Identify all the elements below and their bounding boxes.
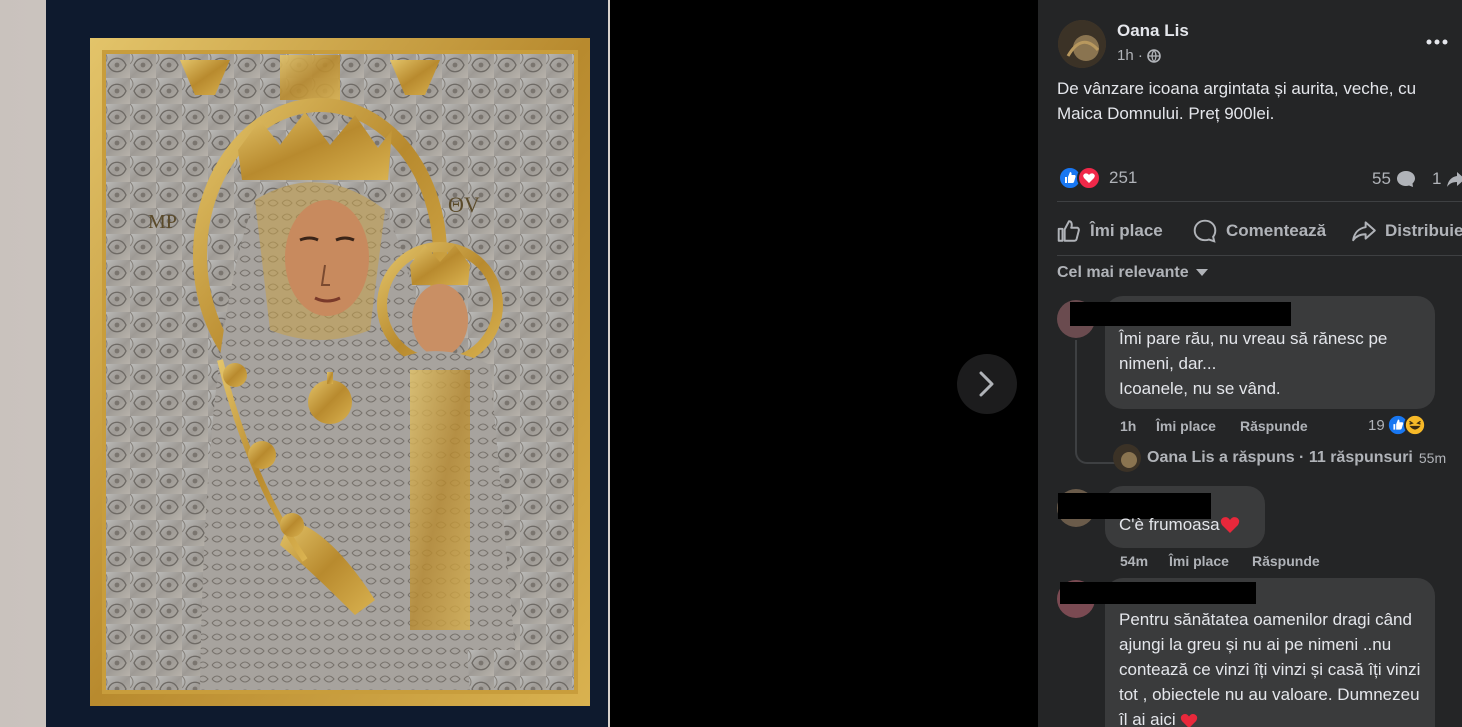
comment-sort-label: Cel mai relevante xyxy=(1057,264,1189,281)
reply-author-avatar xyxy=(1113,444,1141,472)
post-panel: Oana Lis 1h · De vânzare icoana argintat… xyxy=(1038,0,1462,727)
post-text: De vânzare icoana argintata și aurita, v… xyxy=(1057,79,1417,123)
comment-text-row: C'è frumoasa xyxy=(1119,515,1240,535)
next-photo-button[interactable] xyxy=(957,354,1017,414)
reactions-summary[interactable]: 251 xyxy=(1058,166,1137,190)
divider xyxy=(1057,201,1462,202)
divider xyxy=(1057,255,1462,256)
comments-count[interactable]: 55 xyxy=(1372,169,1416,189)
comment-reply-button[interactable]: Răspunde xyxy=(1252,553,1320,569)
share-arrow-icon xyxy=(1352,221,1376,242)
author-avatar[interactable] xyxy=(1058,20,1106,68)
heart-emoji-icon xyxy=(1181,713,1198,727)
share-icon xyxy=(1447,172,1462,187)
heart-emoji-icon xyxy=(1220,517,1239,533)
post-time-text: 1h · xyxy=(1117,47,1143,64)
comment-text: Pentru sănătatea oamenilor dragi când aj… xyxy=(1119,610,1421,727)
comment-reaction-count: 19 xyxy=(1368,416,1385,434)
comment-time[interactable]: 54m xyxy=(1120,553,1148,569)
comment-reply-button[interactable]: Răspunde xyxy=(1240,418,1308,434)
replies-link[interactable]: Oana Lis a răspuns · 11 răspunsuri 55m xyxy=(1113,444,1446,472)
comment-text: C'è frumoasa xyxy=(1119,515,1220,534)
more-options-icon xyxy=(1426,39,1448,45)
svg-text:ΘV: ΘV xyxy=(448,192,480,217)
comment-text-row: Pentru sănătatea oamenilor dragi când aj… xyxy=(1119,607,1424,727)
photo-viewer: MP ΘV xyxy=(0,0,1038,727)
more-options-button[interactable] xyxy=(1422,30,1452,54)
comment-icon xyxy=(1193,219,1217,243)
haha-reaction-icon xyxy=(1403,414,1426,436)
post-time[interactable]: 1h · xyxy=(1117,47,1161,64)
chevron-right-icon xyxy=(979,371,994,397)
thumbs-up-icon xyxy=(1057,220,1080,242)
comment-reactions[interactable]: 19 xyxy=(1368,414,1426,436)
comment-bubble-icon xyxy=(1396,171,1415,187)
comment-sort-dropdown[interactable]: Cel mai relevante xyxy=(1057,264,1208,282)
caret-down-icon xyxy=(1195,269,1208,276)
replies-time: 55m xyxy=(1418,450,1447,466)
comments-count-text: 55 xyxy=(1372,169,1391,188)
globe-icon xyxy=(1147,48,1161,63)
comment-like-button[interactable]: Îmi place xyxy=(1156,418,1216,434)
share-button-label: Distribuie xyxy=(1385,221,1462,240)
icon-photo: MP ΘV xyxy=(0,0,610,727)
love-reaction-icon xyxy=(1077,166,1101,190)
author-name[interactable]: Oana Lis xyxy=(1117,21,1189,41)
like-button[interactable]: Îmi place xyxy=(1056,218,1163,244)
like-button-label: Îmi place xyxy=(1090,221,1163,240)
comment-button[interactable]: Comentează xyxy=(1192,218,1326,244)
commenter-name-redacted xyxy=(1070,302,1291,326)
comment-like-button[interactable]: Îmi place xyxy=(1169,553,1229,569)
comment-text: Îmi pare rău, nu vreau să rănesc pe nime… xyxy=(1119,329,1388,398)
svg-text:MP: MP xyxy=(148,211,177,233)
shares-count[interactable]: 1 xyxy=(1432,169,1462,189)
commenter-name-redacted xyxy=(1060,582,1256,604)
shares-count-text: 1 xyxy=(1432,169,1442,188)
replies-summary: Oana Lis a răspuns · 11 răspunsuri xyxy=(1147,449,1413,466)
reactions-count: 251 xyxy=(1109,168,1138,187)
comment-time[interactable]: 1h xyxy=(1120,418,1136,434)
share-button[interactable]: Distribuie xyxy=(1351,218,1462,244)
comment-button-label: Comentează xyxy=(1226,221,1327,240)
